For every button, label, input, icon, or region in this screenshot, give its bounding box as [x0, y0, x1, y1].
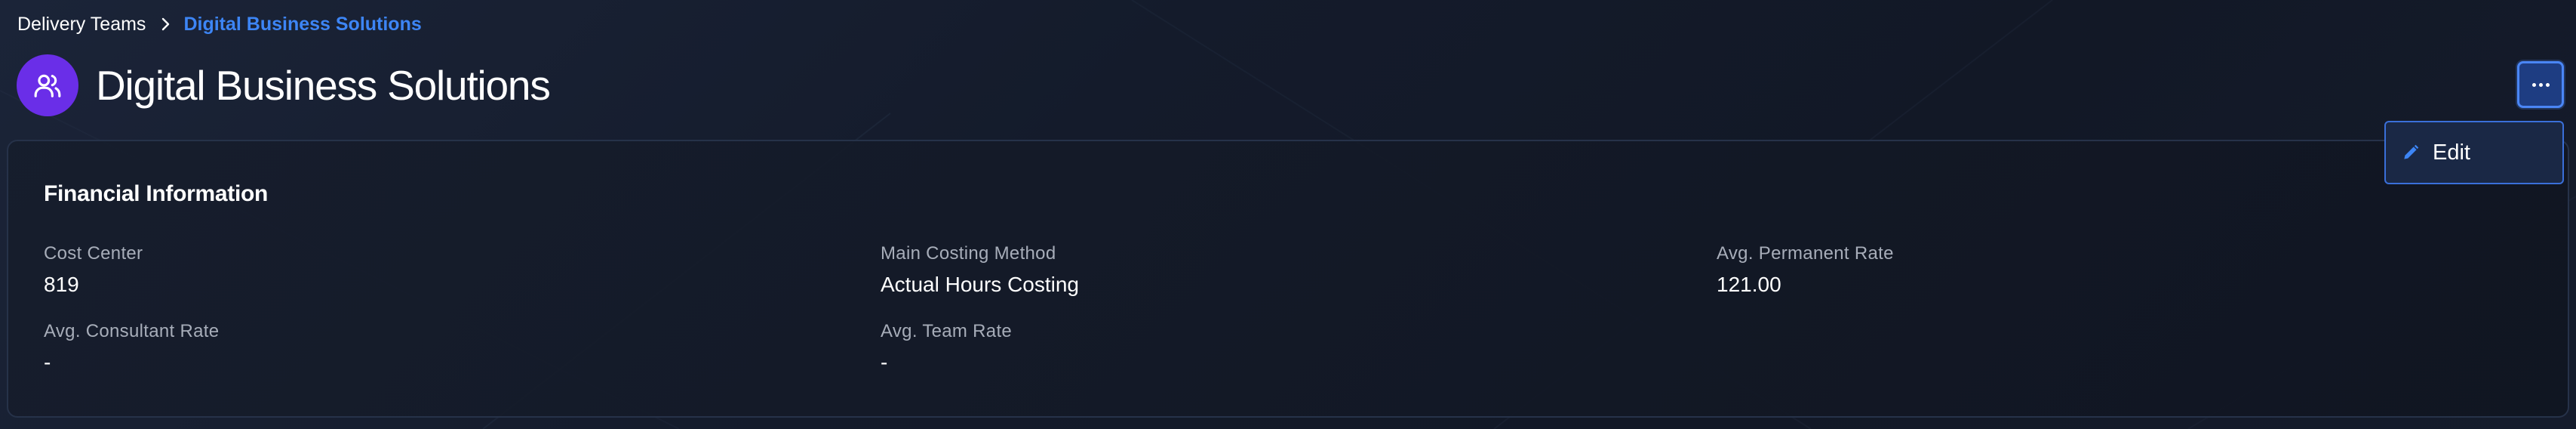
users-icon: [33, 71, 62, 100]
financial-information-card: Financial Information Cost Center 819 Ma…: [7, 140, 2569, 418]
field-value: 819: [44, 273, 79, 296]
field-label: Cost Center: [44, 243, 143, 264]
field-avg-team-rate: Avg. Team Rate -: [881, 321, 1012, 375]
actions-menu: Edit: [2384, 121, 2564, 184]
pencil-icon: [2401, 143, 2421, 162]
breadcrumb-link-delivery-teams[interactable]: Delivery Teams: [17, 14, 146, 35]
team-avatar: [17, 54, 78, 116]
field-label: Avg. Team Rate: [881, 321, 1013, 341]
field-value: Actual Hours Costing: [881, 273, 1080, 296]
field-value: -: [44, 350, 51, 374]
field-label: Avg. Consultant Rate: [44, 321, 220, 341]
field-label: Main Costing Method: [881, 243, 1056, 264]
field-value: -: [881, 350, 888, 374]
field-value: 121.00: [1717, 273, 1781, 296]
field-main-costing-method: Main Costing Method Actual Hours Costing: [881, 243, 1079, 297]
page-title: Digital Business Solutions: [96, 62, 551, 109]
menu-item-label: Edit: [2433, 140, 2470, 165]
menu-item-edit[interactable]: Edit: [2386, 122, 2562, 183]
chevron-right-icon: [161, 17, 171, 32]
field-label: Avg. Permanent Rate: [1717, 243, 1894, 264]
field-avg-permanent-rate: Avg. Permanent Rate 121.00: [1717, 243, 1894, 297]
field-avg-consultant-rate: Avg. Consultant Rate -: [44, 321, 219, 375]
card-title: Financial Information: [44, 181, 269, 206]
more-actions-button[interactable]: [2517, 61, 2564, 108]
more-horizontal-icon: [2531, 82, 2550, 87]
breadcrumb: Delivery Teams Digital Business Solution…: [17, 11, 422, 38]
breadcrumb-current: Digital Business Solutions: [183, 13, 422, 35]
field-cost-center: Cost Center 819: [44, 243, 143, 297]
